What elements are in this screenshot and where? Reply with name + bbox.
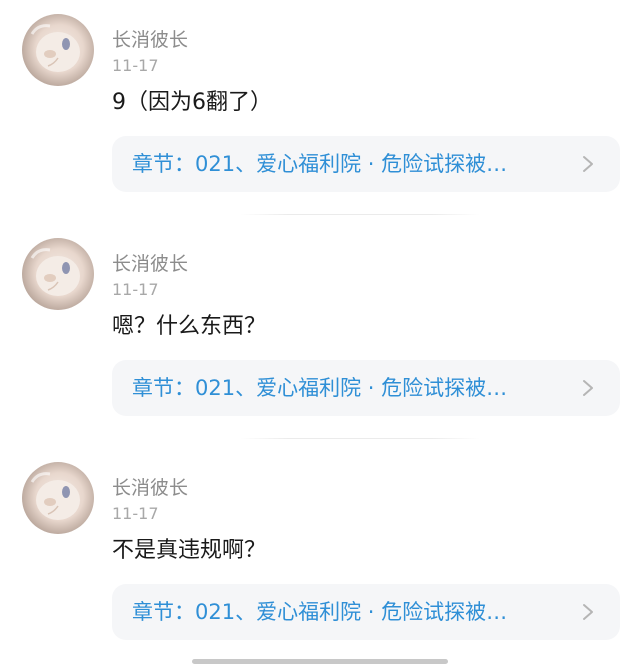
- chapter-link[interactable]: 章节：021、爱心福利院 · 危险试探被…: [112, 360, 620, 416]
- avatar[interactable]: [22, 462, 94, 534]
- comment-text: 嗯？什么东西？: [112, 314, 267, 339]
- comment-item: 长消彼长 11-17 嗯？什么东西？ 章节：021、爱心福利院 · 危险试探被…: [0, 224, 640, 448]
- chapter-link[interactable]: 章节：021、爱心福利院 · 危险试探被…: [112, 584, 620, 640]
- comment-date: 11-17: [112, 504, 159, 523]
- chapter-link-text: 章节：021、爱心福利院 · 危险试探被…: [132, 600, 508, 624]
- username[interactable]: 长消彼长: [112, 28, 188, 52]
- divider: [240, 438, 480, 439]
- comment-item: 长消彼长 11-17 9（因为6翻了） 章节：021、爱心福利院 · 危险试探被…: [0, 0, 640, 224]
- username[interactable]: 长消彼长: [112, 252, 188, 276]
- divider: [240, 214, 480, 215]
- comment-date: 11-17: [112, 280, 159, 299]
- chapter-link[interactable]: 章节：021、爱心福利院 · 危险试探被…: [112, 136, 620, 192]
- home-indicator[interactable]: [192, 659, 448, 664]
- chapter-link-text: 章节：021、爱心福利院 · 危险试探被…: [132, 152, 508, 176]
- avatar[interactable]: [22, 14, 94, 86]
- comment-date: 11-17: [112, 56, 159, 75]
- comment-text: 不是真违规啊？: [112, 538, 267, 563]
- cat-avatar-icon: [30, 472, 80, 520]
- chapter-link-text: 章节：021、爱心福利院 · 危险试探被…: [132, 376, 508, 400]
- chevron-right-icon: [583, 156, 593, 172]
- chevron-right-icon: [583, 604, 593, 620]
- avatar[interactable]: [22, 238, 94, 310]
- cat-avatar-icon: [30, 24, 80, 72]
- chevron-right-icon: [583, 380, 593, 396]
- comment-item: 长消彼长 11-17 不是真违规啊？ 章节：021、爱心福利院 · 危险试探被…: [0, 448, 640, 672]
- cat-avatar-icon: [30, 248, 80, 296]
- username[interactable]: 长消彼长: [112, 476, 188, 500]
- comment-text: 9（因为6翻了）: [112, 90, 272, 115]
